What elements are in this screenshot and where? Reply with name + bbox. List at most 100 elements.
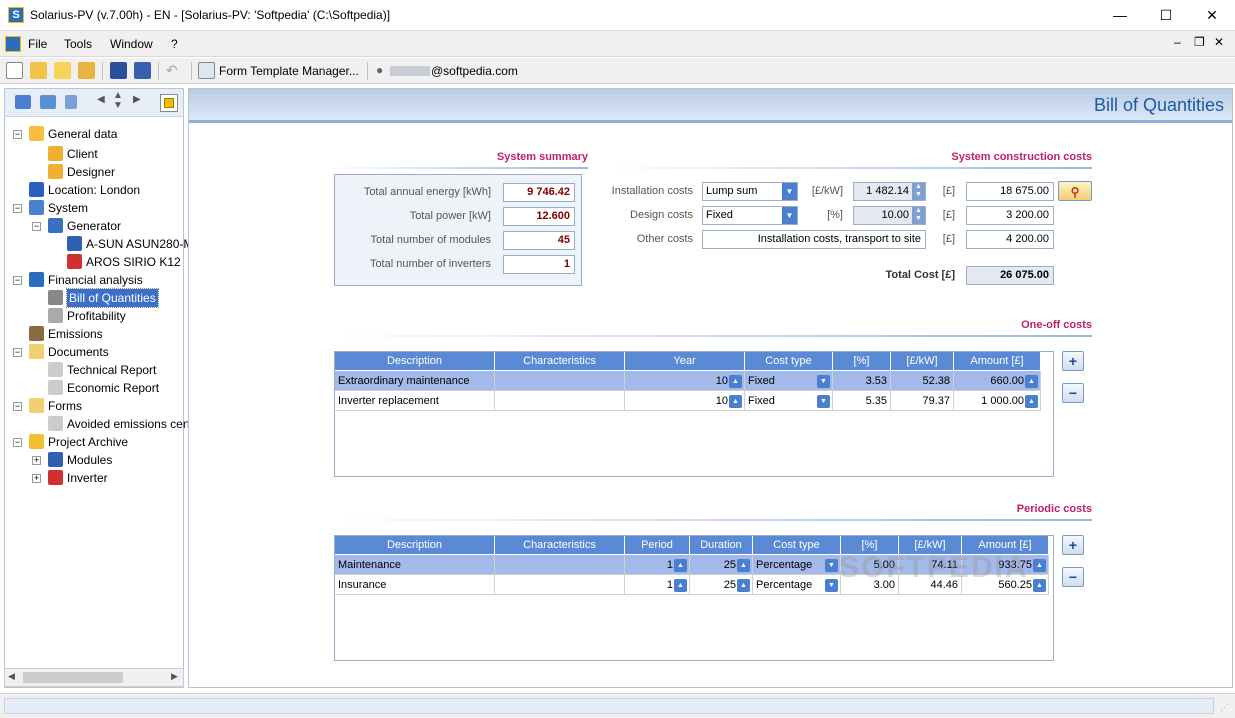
chevron-down-icon[interactable]: ▼ [825,579,838,592]
spinner-icon[interactable]: ▲ [737,559,750,572]
nav-right-icon[interactable]: ▶ [133,94,141,105]
chevron-down-icon[interactable]: ▼ [817,375,830,388]
resize-grip-icon[interactable]: ⋰ [1220,702,1229,713]
spinner-icon[interactable]: ▲ ▼ [912,207,925,224]
column-header[interactable]: Description [335,352,495,370]
calculator-button[interactable]: ⚲ [1058,181,1092,201]
table-cell[interactable]: 10 ▲ [625,371,745,391]
menu-tools[interactable]: Tools [64,37,92,51]
spinner-icon[interactable]: ▲ [1025,375,1038,388]
column-header[interactable]: Cost type [753,536,841,554]
spinner-icon[interactable]: ▲ [674,559,687,572]
table-cell[interactable]: 3.53 [833,371,891,391]
table-cell[interactable]: 25 ▲ [690,575,753,595]
save-all-icon[interactable] [134,62,151,79]
form-template-button[interactable]: Form Template Manager... [219,64,359,78]
table-cell[interactable]: 1 ▲ [625,575,690,595]
design-costs-type-select[interactable]: Fixed ▼ [702,206,798,225]
collapse-icon[interactable]: − [13,438,22,447]
expand-icon[interactable]: + [32,474,41,483]
table-cell[interactable]: Percentage ▼ [753,555,841,575]
table-cell[interactable]: 25 ▲ [690,555,753,575]
column-header[interactable]: Period [625,536,690,554]
column-header[interactable]: [%] [833,352,891,370]
open-recent-icon[interactable] [78,62,95,79]
other-costs-description-input[interactable]: Installation costs, transport to site [702,230,926,249]
spinner-icon[interactable]: ▲ [674,579,687,592]
remove-periodic-button[interactable]: − [1062,567,1084,587]
table-cell[interactable]: 1 000.00 ▲ [954,391,1041,411]
table-cell[interactable]: 10 ▲ [625,391,745,411]
mdi-minimize-button[interactable]: – [1174,35,1181,49]
save-icon[interactable] [110,62,127,79]
chevron-down-icon[interactable]: ▼ [825,559,838,572]
spinner-icon[interactable]: ▲ [729,375,742,388]
table-cell[interactable]: Insurance [335,575,495,595]
collapse-icon[interactable]: − [13,276,22,285]
panel-toggle-icon[interactable] [160,94,178,112]
table-cell[interactable] [495,555,625,575]
menu-file[interactable]: File [28,37,47,51]
collapse-icon[interactable]: − [13,402,22,411]
column-header[interactable]: Description [335,536,495,554]
table-cell[interactable]: Extraordinary maintenance [335,371,495,391]
table-cell[interactable]: 5.35 [833,391,891,411]
book-icon[interactable] [15,95,31,109]
table-cell[interactable]: Fixed ▼ [745,371,833,391]
table-cell[interactable]: 660.00 ▲ [954,371,1041,391]
add-one-off-button[interactable]: + [1062,351,1084,371]
open-folder-icon[interactable] [30,62,47,79]
installation-rate-input[interactable]: 1 482.14 ▲ ▼ [853,182,926,201]
spinner-icon[interactable]: ▲ [737,579,750,592]
mdi-close-button[interactable]: ✕ [1214,35,1224,49]
notes-icon[interactable] [54,62,71,79]
scroll-thumb[interactable] [23,672,123,683]
nav-updown-icon[interactable]: ▲ ▼ [113,91,123,111]
column-header[interactable]: Characteristics [495,536,625,554]
nav-left-icon[interactable]: ◀ [97,94,105,105]
column-header[interactable]: Year [625,352,745,370]
table-cell[interactable]: 79.37 [891,391,954,411]
collapse-icon[interactable]: − [13,130,22,139]
close-button[interactable]: ✕ [1189,0,1235,30]
maximize-button[interactable]: ☐ [1143,0,1189,30]
column-header[interactable]: Cost type [745,352,833,370]
spinner-icon[interactable]: ▲ [1025,395,1038,408]
collapse-icon[interactable]: − [32,222,41,231]
collapse-icon[interactable]: − [13,348,22,357]
clipboard-icon[interactable] [65,95,77,109]
table-cell[interactable]: Inverter replacement [335,391,495,411]
column-header[interactable]: Duration [690,536,753,554]
new-file-icon[interactable] [6,62,23,79]
chevron-down-icon[interactable]: ▼ [782,207,797,224]
table-cell[interactable] [495,371,625,391]
mdi-restore-button[interactable]: ❐ [1194,35,1205,49]
menu-window[interactable]: Window [110,37,153,51]
column-header[interactable]: [£/kW] [891,352,954,370]
expand-icon[interactable]: + [32,456,41,465]
spinner-icon[interactable]: ▲ [1033,579,1046,592]
table-cell[interactable]: 52.38 [891,371,954,391]
remove-one-off-button[interactable]: − [1062,383,1084,403]
menu-help[interactable]: ? [171,37,178,51]
table-cell[interactable]: Maintenance [335,555,495,575]
undo-icon[interactable]: ↶ [166,62,183,79]
app-menu-icon[interactable] [5,36,21,52]
spinner-icon[interactable]: ▲ [729,395,742,408]
chevron-down-icon[interactable]: ▼ [782,183,797,200]
collapse-icon[interactable]: − [13,204,22,213]
installation-costs-type-select[interactable]: Lump sum ▼ [702,182,798,201]
chevron-down-icon[interactable]: ▼ [817,395,830,408]
add-periodic-button[interactable]: + [1062,535,1084,555]
tree-horizontal-scrollbar[interactable]: ◀ ▶ [4,668,184,687]
scroll-left-icon[interactable]: ◀ [8,671,15,682]
column-header[interactable]: Amount [£] [954,352,1041,370]
table-cell[interactable] [495,391,625,411]
spinner-icon[interactable]: ▲ ▼ [912,183,925,200]
layers-icon[interactable] [40,95,56,109]
spinner-icon[interactable]: ▲ [1033,559,1046,572]
scroll-right-icon[interactable]: ▶ [171,671,178,682]
minimize-button[interactable]: — [1097,0,1143,30]
other-costs-value[interactable]: 4 200.00 [966,230,1054,249]
design-rate-input[interactable]: 10.00 ▲ ▼ [853,206,926,225]
